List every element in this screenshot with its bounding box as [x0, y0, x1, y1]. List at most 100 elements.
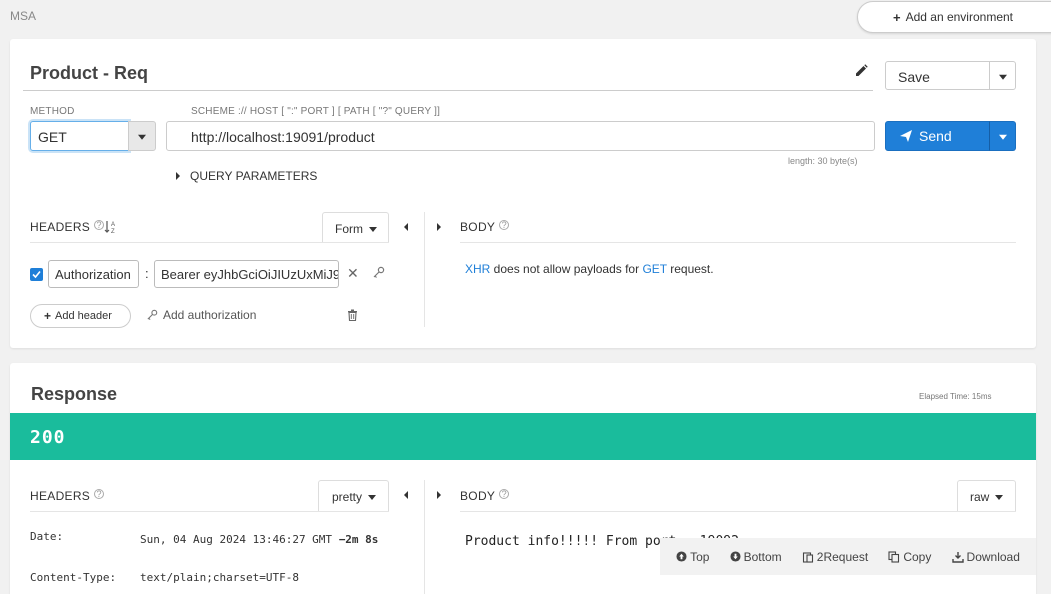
top-label: Top: [690, 549, 710, 564]
response-headers-label: HEADERS: [30, 489, 91, 503]
save-dropdown-button[interactable]: [989, 61, 1016, 90]
collapse-left-icon[interactable]: [404, 223, 408, 231]
send-button[interactable]: Send: [885, 121, 990, 151]
add-environment-button[interactable]: + Add an environment: [857, 1, 1051, 33]
url-scheme-label: SCHEME :// HOST [ ":" PORT ] [ PATH [ "?…: [191, 106, 441, 117]
method-input[interactable]: GET: [30, 121, 129, 151]
help-icon[interactable]: ?: [499, 220, 510, 230]
help-icon[interactable]: ?: [94, 489, 105, 499]
response-header-key: Content-Type:: [30, 571, 117, 584]
headers-mode-label: Form: [335, 222, 363, 236]
help-icon[interactable]: ?: [499, 489, 510, 499]
query-parameters-toggle[interactable]: QUERY PARAMETERS: [176, 169, 317, 183]
svg-text:A: A: [111, 222, 115, 228]
chevron-down-icon: [998, 134, 1007, 140]
method-label: METHOD: [30, 106, 75, 117]
url-input[interactable]: http://localhost:19091/product: [166, 121, 875, 151]
to-request-label: 2Request: [816, 549, 869, 564]
collapse-left-icon[interactable]: [404, 491, 408, 499]
body-format-label: raw: [970, 490, 990, 504]
payload-message-text: does not allow payloads for: [490, 262, 643, 276]
close-icon[interactable]: ✕: [347, 265, 359, 282]
request-body-heading: BODY?: [460, 220, 510, 234]
chevron-down-icon: [138, 134, 146, 140]
request-title-input[interactable]: Product - Req: [23, 54, 873, 91]
request-headers-heading: HEADERS?: [30, 220, 105, 234]
response-title: Response: [31, 384, 118, 404]
svg-text:Z: Z: [111, 229, 115, 234]
key-icon[interactable]: [372, 266, 385, 279]
plus-icon: +: [44, 309, 52, 323]
url-length-text: length: 30 byte(s): [788, 156, 858, 166]
save-button[interactable]: Save: [885, 61, 990, 90]
add-environment-label: Add an environment: [905, 10, 1013, 24]
response-header-key: Date:: [30, 530, 64, 543]
method-dropdown-button[interactable]: [128, 121, 156, 151]
panel-divider[interactable]: [424, 480, 425, 594]
breadcrumb[interactable]: MSA: [10, 9, 36, 23]
response-body-mode-dropdown[interactable]: raw: [957, 480, 1016, 512]
scroll-bottom-button[interactable]: Bottom: [730, 550, 782, 564]
response-toolbar: Top Bottom 2Request Copy Download: [660, 538, 1036, 575]
panel-divider[interactable]: [424, 212, 425, 327]
response-body-heading: BODY?: [460, 489, 510, 503]
header-name-input[interactable]: Authorization: [48, 260, 139, 288]
copy-icon: [888, 550, 900, 563]
headers-mode-dropdown[interactable]: Form: [322, 212, 389, 243]
elapsed-time: Elapsed Time: 15ms: [919, 392, 992, 401]
scroll-top-button[interactable]: Top: [676, 550, 709, 564]
download-button[interactable]: Download: [951, 549, 1020, 564]
collapse-right-icon[interactable]: [437, 223, 441, 231]
copy-button[interactable]: Copy: [888, 550, 931, 564]
request-body-label: BODY: [460, 220, 496, 234]
check-icon: [32, 270, 41, 279]
caret-right-icon: [176, 172, 180, 180]
divider: [460, 242, 1016, 243]
send-dropdown-button[interactable]: [989, 121, 1016, 151]
chevron-down-icon: [998, 74, 1007, 80]
method-link[interactable]: GET: [642, 262, 666, 276]
bottom-label: Bottom: [743, 549, 782, 564]
chevron-down-icon: [369, 227, 377, 233]
download-label: Download: [966, 549, 1020, 564]
response-header-date: Sun, 04 Aug 2024 13:46:27 GMT: [140, 533, 333, 546]
request-headers-label: HEADERS: [30, 220, 91, 234]
divider: [30, 242, 389, 243]
copy-label: Copy: [903, 549, 932, 564]
add-authorization-link[interactable]: Add authorization: [146, 308, 256, 322]
divider: [30, 511, 389, 512]
header-separator: :: [145, 266, 149, 281]
trash-icon[interactable]: [347, 309, 358, 321]
xhr-link[interactable]: XHR: [465, 262, 490, 276]
paste-icon: [802, 551, 813, 563]
collapse-right-icon[interactable]: [437, 491, 441, 499]
divider: [460, 511, 1016, 512]
status-code-bar: 200: [10, 413, 1036, 460]
plus-icon: +: [893, 9, 901, 25]
header-value-input[interactable]: Bearer eyJhbGciOiJIUzUxMiJ9: [154, 260, 339, 288]
add-header-button[interactable]: + Add header: [30, 304, 131, 328]
add-header-label: Add header: [55, 310, 112, 322]
response-headers-heading: HEADERS?: [30, 489, 105, 503]
query-parameters-label: QUERY PARAMETERS: [190, 169, 318, 183]
send-label: Send: [919, 128, 952, 144]
response-headers-mode-dropdown[interactable]: pretty: [318, 480, 389, 512]
header-enabled-checkbox[interactable]: [30, 268, 43, 281]
paper-plane-icon: [900, 130, 912, 142]
help-icon[interactable]: ?: [94, 220, 105, 230]
arrow-up-circle-icon: [676, 551, 687, 562]
download-icon: [951, 551, 964, 563]
to-request-button[interactable]: 2Request: [802, 550, 868, 564]
chevron-down-icon: [368, 495, 377, 501]
payload-message-end: request.: [666, 262, 714, 276]
response-header-age: −2m 8s: [338, 533, 379, 546]
arrow-down-circle-icon: [730, 551, 741, 562]
payload-message: XHR does not allow payloads for GET requ…: [465, 262, 714, 276]
pencil-icon[interactable]: [853, 63, 869, 79]
response-body-label: BODY: [460, 489, 496, 503]
sort-alpha-icon[interactable]: A Z: [104, 220, 118, 234]
key-icon: [147, 309, 158, 321]
add-authorization-label: Add authorization: [163, 308, 257, 322]
headers-format-label: pretty: [332, 490, 363, 504]
chevron-down-icon: [995, 495, 1004, 501]
